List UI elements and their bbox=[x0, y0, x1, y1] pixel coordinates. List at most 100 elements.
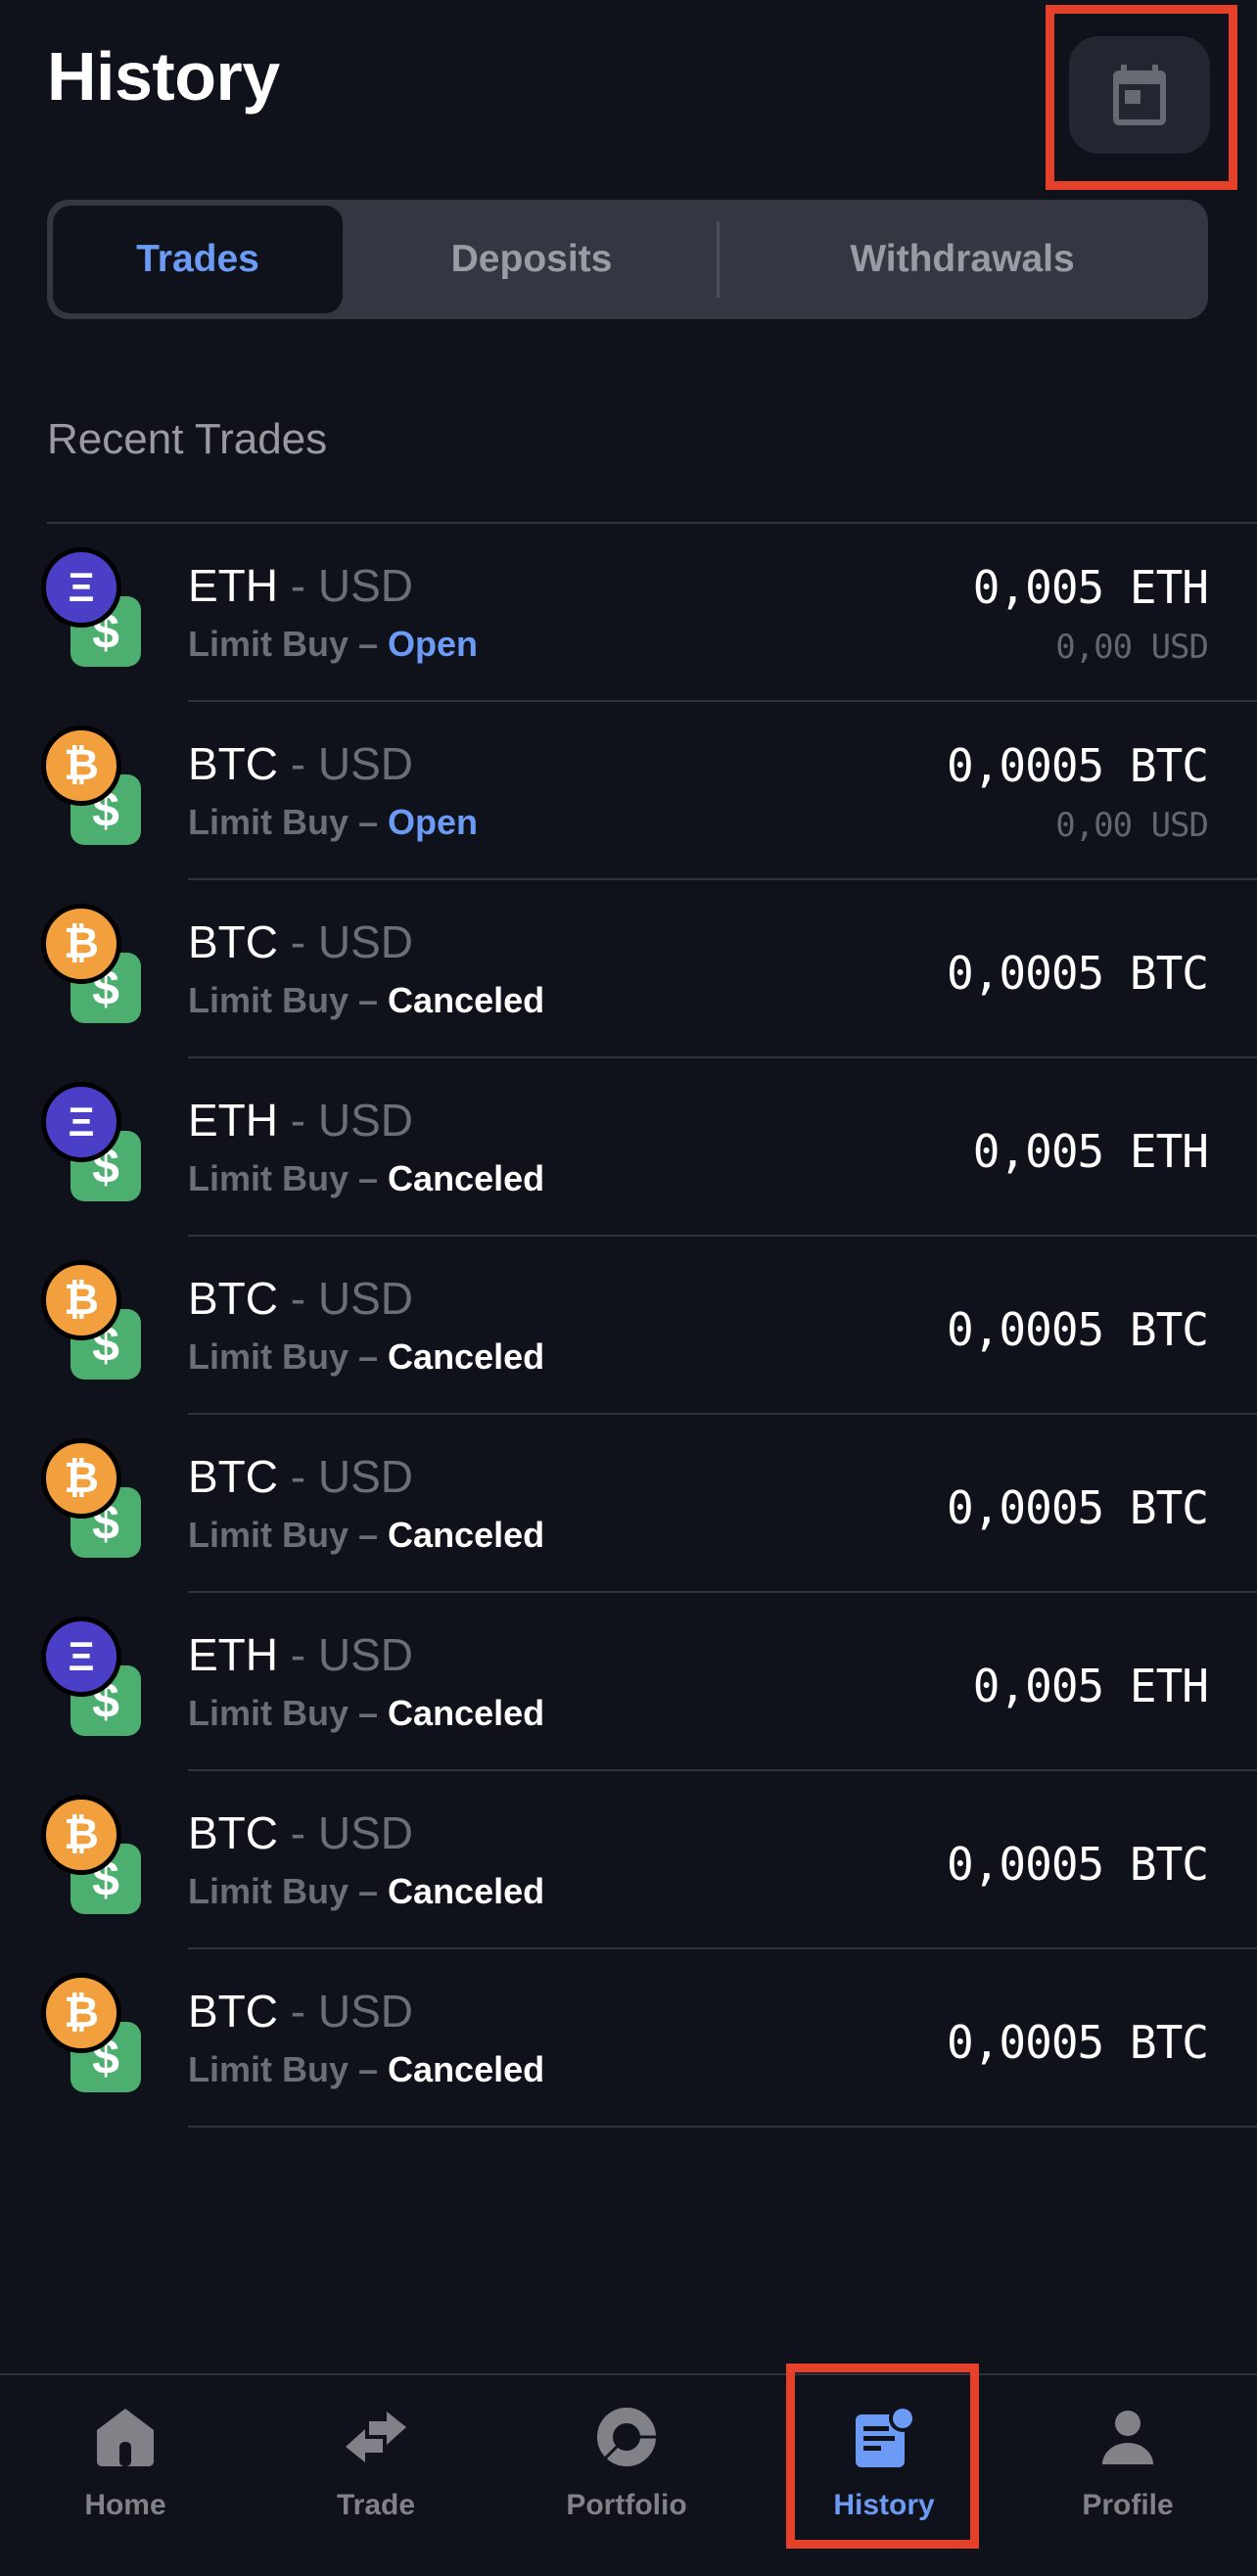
pair-separator: - bbox=[278, 1273, 318, 1324]
nav-label: History bbox=[833, 2489, 935, 2521]
pair-separator: - bbox=[278, 1451, 318, 1502]
eth-icon: Ξ bbox=[41, 1616, 121, 1697]
tab-trades[interactable]: Trades bbox=[53, 206, 343, 313]
order-status: Open bbox=[388, 802, 479, 842]
pair-separator: - bbox=[278, 1629, 318, 1680]
base-currency: ETH bbox=[188, 1629, 278, 1680]
subtitle-dash: – bbox=[349, 1515, 389, 1555]
nav-trade[interactable]: Trade bbox=[251, 2375, 501, 2532]
trade-pair: BTC - USD bbox=[188, 1806, 413, 1859]
quote-currency: USD bbox=[317, 1095, 414, 1146]
order-status: Canceled bbox=[388, 1693, 545, 1733]
subtitle-dash: – bbox=[349, 802, 389, 842]
trade-amount: 0,0005 BTC bbox=[947, 2016, 1209, 2069]
trade-pair: ETH - USD bbox=[188, 559, 413, 612]
trade-subtitle: Limit Buy – Canceled bbox=[188, 1336, 544, 1378]
trade-row[interactable]: $ ₿ BTC - USD Limit Buy – Canceled 0,0005 BT… bbox=[0, 1947, 1257, 2126]
order-type: Limit Buy bbox=[188, 1693, 349, 1733]
order-status: Canceled bbox=[388, 1158, 545, 1198]
pair-icon: $ Ξ bbox=[41, 547, 149, 675]
home-icon bbox=[97, 2409, 154, 2466]
subtitle-dash: – bbox=[349, 624, 389, 664]
trade-value: 0,00 USD bbox=[1055, 806, 1209, 845]
trade-amount: 0,0005 BTC bbox=[947, 1838, 1209, 1891]
trade-row[interactable]: $ ₿ BTC - USD Limit Buy – Canceled 0,0005 BT… bbox=[0, 878, 1257, 1056]
base-currency: ETH bbox=[188, 560, 278, 611]
person-icon bbox=[1102, 2411, 1153, 2464]
tab-withdrawals[interactable]: Withdrawals bbox=[722, 206, 1202, 313]
nav-portfolio[interactable]: Portfolio bbox=[501, 2375, 752, 2532]
trade-subtitle: Limit Buy – Canceled bbox=[188, 2049, 544, 2090]
pair-separator: - bbox=[278, 916, 318, 967]
quote-currency: USD bbox=[317, 1273, 414, 1324]
nav-label: Profile bbox=[1082, 2489, 1174, 2521]
trade-row[interactable]: $ ₿ BTC - USD Limit Buy – Open 0,0005 BTC 0,0… bbox=[0, 700, 1257, 878]
base-currency: BTC bbox=[188, 1273, 278, 1324]
nav-label: Portfolio bbox=[566, 2489, 687, 2521]
trade-row[interactable]: $ ₿ BTC - USD Limit Buy – Canceled 0,0005 BT… bbox=[0, 1235, 1257, 1413]
section-title: Recent Trades bbox=[47, 415, 328, 463]
history-tabs: Trades Deposits Withdrawals bbox=[47, 200, 1208, 319]
pair-separator: - bbox=[278, 1807, 318, 1858]
calendar-icon bbox=[1113, 65, 1166, 125]
bottom-nav: Home Trade Portfolio History Profile bbox=[0, 2373, 1257, 2576]
eth-icon: Ξ bbox=[41, 547, 121, 628]
trade-subtitle: Limit Buy – Open bbox=[188, 802, 478, 843]
btc-icon: ₿ bbox=[41, 726, 121, 806]
pair-icon: $ ₿ bbox=[41, 1973, 149, 2100]
pair-icon: $ ₿ bbox=[41, 1795, 149, 1922]
trade-row[interactable]: $ ₿ BTC - USD Limit Buy – Canceled 0,0005 BT… bbox=[0, 1769, 1257, 1947]
base-currency: BTC bbox=[188, 1451, 278, 1502]
calendar-button[interactable] bbox=[1069, 36, 1210, 154]
order-type: Limit Buy bbox=[188, 2049, 349, 2089]
subtitle-dash: – bbox=[349, 1336, 389, 1377]
order-type: Limit Buy bbox=[188, 624, 349, 664]
pair-icon: $ Ξ bbox=[41, 1082, 149, 1209]
order-type: Limit Buy bbox=[188, 1871, 349, 1911]
nav-profile[interactable]: Profile bbox=[1002, 2375, 1253, 2532]
trade-subtitle: Limit Buy – Canceled bbox=[188, 1158, 544, 1199]
quote-currency: USD bbox=[317, 738, 414, 789]
base-currency: BTC bbox=[188, 1986, 278, 2037]
nav-home[interactable]: Home bbox=[0, 2375, 251, 2532]
trade-row[interactable]: $ Ξ ETH - USD Limit Buy – Canceled 0,005 ETH bbox=[0, 1056, 1257, 1235]
trade-subtitle: Limit Buy – Canceled bbox=[188, 1871, 544, 1912]
trade-row[interactable]: $ Ξ ETH - USD Limit Buy – Open 0,005 ETH 0,00… bbox=[0, 522, 1257, 700]
quote-currency: USD bbox=[317, 1451, 414, 1502]
pair-icon: $ Ξ bbox=[41, 1616, 149, 1744]
quote-currency: USD bbox=[317, 916, 414, 967]
nav-history[interactable]: History bbox=[759, 2375, 1009, 2532]
btc-icon: ₿ bbox=[41, 904, 121, 984]
pair-icon: $ ₿ bbox=[41, 1260, 149, 1387]
tab-deposits[interactable]: Deposits bbox=[350, 206, 713, 313]
trade-amount: 0,0005 BTC bbox=[947, 739, 1209, 792]
btc-icon: ₿ bbox=[41, 1260, 121, 1340]
base-currency: BTC bbox=[188, 1807, 278, 1858]
btc-icon: ₿ bbox=[41, 1795, 121, 1875]
quote-currency: USD bbox=[317, 1986, 414, 2037]
order-type: Limit Buy bbox=[188, 802, 349, 842]
pair-icon: $ ₿ bbox=[41, 904, 149, 1031]
subtitle-dash: – bbox=[349, 1158, 389, 1198]
subtitle-dash: – bbox=[349, 1871, 389, 1911]
base-currency: BTC bbox=[188, 916, 278, 967]
trade-amount: 0,005 ETH bbox=[972, 561, 1209, 614]
trade-amount: 0,0005 BTC bbox=[947, 1481, 1209, 1534]
btc-icon: ₿ bbox=[41, 1438, 121, 1519]
subtitle-dash: – bbox=[349, 980, 389, 1020]
trade-amount: 0,0005 BTC bbox=[947, 1303, 1209, 1356]
trade-pair: BTC - USD bbox=[188, 1272, 413, 1325]
trade-subtitle: Limit Buy – Open bbox=[188, 624, 478, 665]
order-type: Limit Buy bbox=[188, 980, 349, 1020]
base-currency: BTC bbox=[188, 738, 278, 789]
eth-icon: Ξ bbox=[41, 1082, 121, 1162]
trade-row[interactable]: $ Ξ ETH - USD Limit Buy – Canceled 0,005 ETH bbox=[0, 1591, 1257, 1769]
donut-chart-icon bbox=[597, 2408, 657, 2466]
trade-pair: BTC - USD bbox=[188, 915, 413, 968]
trade-subtitle: Limit Buy – Canceled bbox=[188, 1515, 544, 1556]
swap-arrows-icon bbox=[346, 2412, 406, 2462]
order-status: Canceled bbox=[388, 1336, 545, 1377]
trade-amount: 0,005 ETH bbox=[972, 1660, 1209, 1712]
btc-icon: ₿ bbox=[41, 1973, 121, 2053]
trade-row[interactable]: $ ₿ BTC - USD Limit Buy – Canceled 0,0005 BT… bbox=[0, 1413, 1257, 1591]
